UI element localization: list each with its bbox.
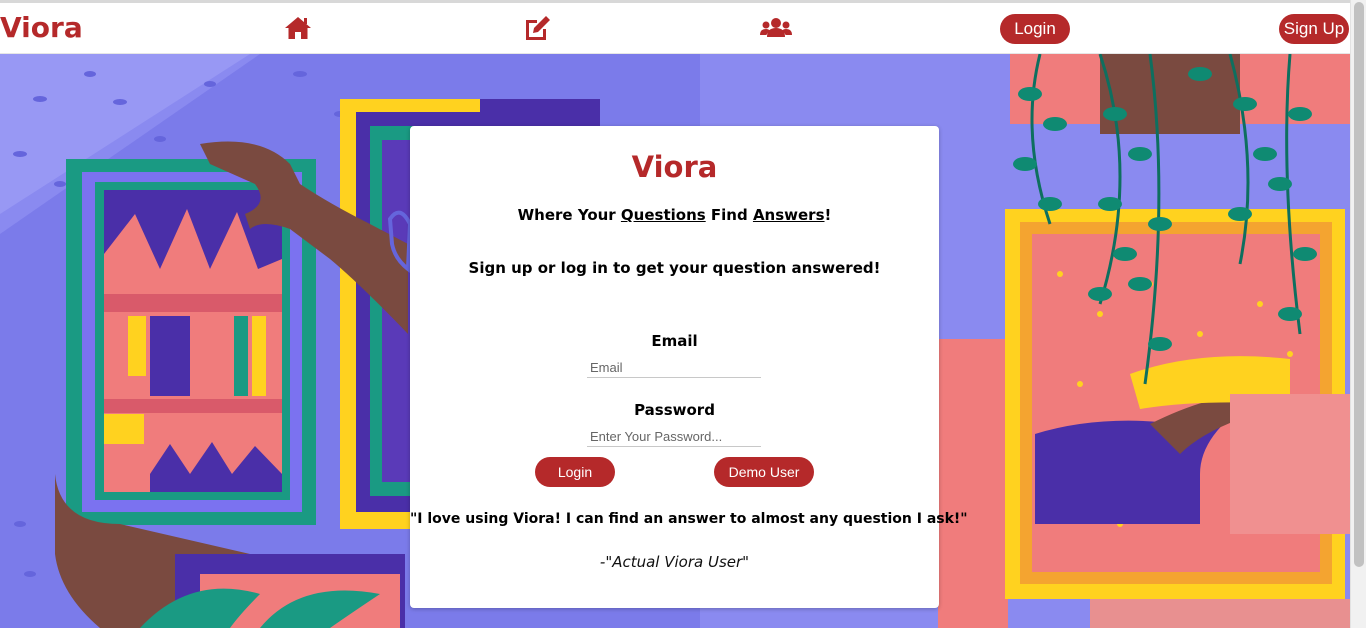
email-input[interactable] (587, 358, 761, 378)
card-title: Viora (631, 150, 718, 184)
tagline-questions: Questions (620, 206, 706, 224)
card-subtitle: Sign up or log in to get your question a… (468, 259, 881, 277)
navbar: Viora Login Sign Up (0, 0, 1350, 54)
edit-icon[interactable] (522, 13, 552, 43)
page-scrollbar[interactable] (1350, 0, 1366, 628)
tagline-answers: Answers (752, 206, 825, 224)
password-label: Password (634, 401, 715, 419)
scrollbar-thumb[interactable] (1354, 2, 1364, 567)
login-button[interactable]: Login (535, 457, 615, 487)
brand-logo[interactable]: Viora (0, 11, 83, 44)
users-icon[interactable] (760, 13, 792, 43)
tagline-suffix: ! (824, 206, 832, 224)
home-icon[interactable] (283, 13, 313, 43)
testimonial-attribution: -"Actual Viora User" (599, 553, 750, 571)
demo-user-button[interactable]: Demo User (714, 457, 814, 487)
tagline: Where Your Questions Find Answers! (410, 206, 939, 224)
testimonial-quote: "I love using Viora! I can find an answe… (410, 511, 968, 527)
email-label: Email (651, 332, 698, 350)
login-card: Viora Where Your Questions Find Answers!… (410, 126, 968, 608)
password-input[interactable] (587, 427, 761, 447)
nav-login-button[interactable]: Login (1000, 14, 1070, 44)
nav-signup-button[interactable]: Sign Up (1279, 14, 1349, 44)
tagline-prefix: Where Your (517, 206, 621, 224)
tagline-middle: Find (705, 206, 753, 224)
